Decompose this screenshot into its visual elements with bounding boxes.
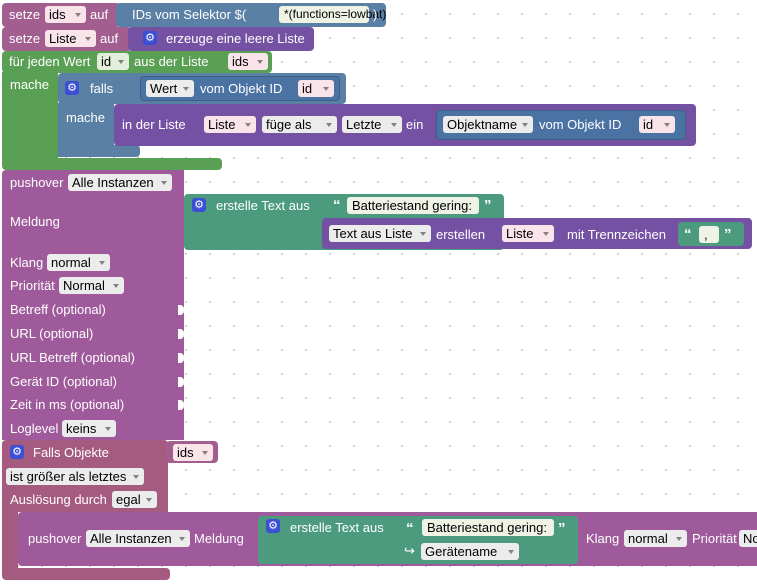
to-label: auf [90, 7, 109, 22]
close-quote-icon: ” [558, 520, 566, 537]
from-list-label: aus der Liste [134, 54, 209, 69]
list-to-text-dropdown[interactable]: Text aus Liste [329, 225, 431, 242]
if-footer [58, 145, 140, 157]
id-var-dropdown[interactable]: id [639, 116, 675, 133]
trigger-label: Falls Objekte [33, 445, 109, 460]
to-label: auf [100, 31, 119, 46]
for-each-footer [2, 158, 222, 170]
device-id-input-socket[interactable] [178, 377, 184, 387]
url-subject-input-socket[interactable] [178, 353, 184, 363]
close-quote-icon: ” [724, 226, 732, 243]
do-label: mache [66, 110, 106, 125]
url-label: URL (optional) [10, 326, 94, 341]
insert-position-dropdown[interactable]: Letzte [342, 116, 402, 133]
message-label: Meldung [194, 531, 244, 546]
set-label: setze [9, 7, 41, 22]
create-label: erstellen [436, 227, 486, 242]
for-each-label: für jeden Wert [9, 54, 91, 69]
loglevel-label: Loglevel [10, 421, 59, 436]
close-quote-icon: ” [484, 197, 492, 214]
selector-label: IDs vom Selektor $( [132, 7, 247, 22]
subject-label: Betreff (optional) [10, 302, 106, 317]
url-input-socket[interactable] [178, 329, 184, 339]
attr-dropdown-wert[interactable]: Wert [146, 80, 194, 97]
open-quote-icon: “ [406, 520, 414, 537]
gear-icon[interactable]: ⚙ [65, 81, 79, 95]
list-var-dropdown[interactable]: Liste [204, 116, 256, 133]
loop-var-dropdown[interactable]: id [97, 53, 129, 70]
from-object-label: vom Objekt ID [539, 117, 622, 132]
id-var-dropdown[interactable]: id [298, 80, 334, 97]
gear-icon[interactable]: ⚙ [143, 31, 157, 45]
trigger-arm [2, 510, 18, 572]
time-ms-input-socket[interactable] [178, 400, 184, 410]
return-arrow-icon: ↪ [404, 543, 415, 558]
set-label: setze [9, 31, 41, 46]
var-dropdown-ids[interactable]: ids [45, 6, 86, 23]
subject-input-socket[interactable] [178, 305, 184, 315]
at-label: ein [406, 117, 424, 132]
device-id-label: Gerät ID (optional) [10, 374, 117, 389]
instance-dropdown[interactable]: Alle Instanzen [86, 530, 190, 547]
priority-dropdown[interactable]: No [739, 530, 757, 547]
trigger-footer [2, 568, 170, 580]
pushover-label: pushover [28, 531, 82, 546]
in-list-label: in der Liste [122, 117, 186, 132]
separator-input[interactable]: , [699, 226, 719, 243]
pushover-label: pushover [10, 175, 64, 190]
url-subject-label: URL Betreff (optional) [10, 350, 136, 365]
klang-dropdown[interactable]: normal [47, 254, 110, 271]
klang-label: Klang [586, 531, 620, 546]
gear-icon[interactable]: ⚙ [266, 519, 280, 533]
if-label: falls [90, 81, 114, 96]
condition-dropdown[interactable]: ist größer als letztes [6, 468, 144, 485]
open-quote-icon: “ [333, 197, 341, 214]
selector-input[interactable]: *(functions=lowbat) [279, 6, 386, 23]
priority-label: Priorität [692, 531, 737, 546]
priority-label: Priorität [10, 278, 55, 293]
text-input-batterie[interactable]: Batteriestand gering: [422, 519, 554, 536]
device-name-dropdown[interactable]: Gerätename [421, 543, 519, 560]
do-label: mache [10, 77, 50, 92]
separator-label: mit Trennzeichen [567, 227, 666, 242]
instance-dropdown[interactable]: Alle Instanzen [68, 174, 172, 191]
klang-dropdown[interactable]: normal [624, 530, 687, 547]
message-label: Meldung [10, 214, 60, 229]
trigger-by-dropdown[interactable]: egal [112, 491, 157, 508]
attr-dropdown-name[interactable]: Objektname [443, 116, 533, 133]
open-quote-icon: “ [684, 226, 692, 243]
trigger-by-label: Auslösung durch [10, 492, 107, 507]
create-text-label: erstelle Text aus [290, 520, 384, 535]
create-text-label: erstelle Text aus [216, 198, 310, 213]
selector-close: ) [373, 7, 378, 22]
text-input-batterie[interactable]: Batteriestand gering: [347, 197, 479, 214]
gear-icon[interactable]: ⚙ [10, 445, 24, 459]
gear-icon[interactable]: ⚙ [192, 198, 206, 212]
create-list-label: erzeuge eine leere Liste [166, 31, 305, 46]
insert-mode-dropdown[interactable]: füge als [262, 116, 337, 133]
loglevel-dropdown[interactable]: keins [62, 420, 116, 437]
klang-label: Klang [10, 255, 44, 270]
from-object-label: vom Objekt ID [200, 81, 283, 96]
trigger-ids-dropdown[interactable]: ids [173, 444, 213, 461]
priority-dropdown[interactable]: Normal [59, 277, 124, 294]
var-dropdown-liste[interactable]: Liste [45, 30, 96, 47]
list-var-dropdown[interactable]: Liste [502, 225, 554, 242]
loop-list-dropdown[interactable]: ids [228, 53, 268, 70]
time-ms-label: Zeit in ms (optional) [10, 397, 125, 412]
